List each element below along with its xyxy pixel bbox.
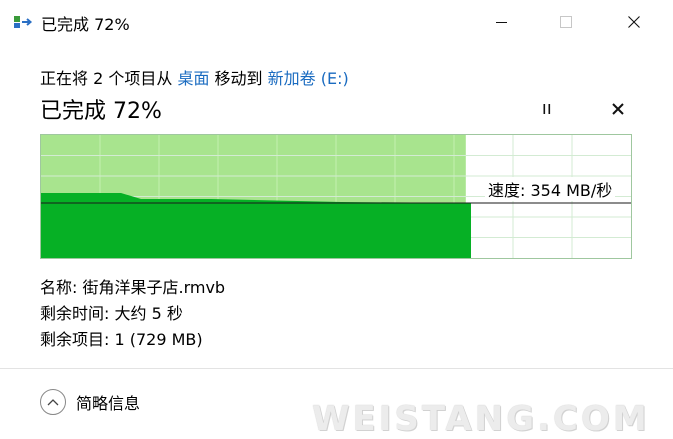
pause-icon xyxy=(543,104,551,114)
operation-middle: 移动到 xyxy=(209,69,268,88)
close-icon xyxy=(628,16,640,28)
speed-label: 速度: 354 MB/秒 xyxy=(485,177,616,201)
copy-move-icon xyxy=(14,16,33,28)
close-button[interactable] xyxy=(611,0,657,44)
file-name: 名称: 街角洋果子店.rmvb xyxy=(40,278,226,297)
operation-prefix: 正在将 2 个项目从 xyxy=(40,69,178,88)
items-remaining: 剩余项目: 1 (729 MB) xyxy=(40,330,203,349)
operation-description: 正在将 2 个项目从 桌面 移动到 新加卷 (E:) xyxy=(40,65,349,89)
maximize-icon xyxy=(560,16,572,28)
footer-divider xyxy=(0,368,673,369)
cancel-button[interactable] xyxy=(604,95,632,123)
time-remaining: 剩余时间: 大约 5 秒 xyxy=(40,304,183,323)
window-title: 已完成 72% xyxy=(41,15,130,34)
maximize-button[interactable] xyxy=(543,0,589,44)
watermark: WEISTANG.COM xyxy=(312,399,650,439)
source-link[interactable]: 桌面 xyxy=(177,69,209,88)
chevron-up-icon xyxy=(40,389,66,415)
less-details-button[interactable]: 简略信息 xyxy=(40,389,140,415)
minimize-icon xyxy=(495,21,507,23)
cancel-icon xyxy=(612,103,624,115)
destination-link[interactable]: 新加卷 (E:) xyxy=(268,69,349,88)
pause-button[interactable] xyxy=(533,95,561,123)
progress-heading: 已完成 72% xyxy=(40,99,162,124)
minimize-button[interactable] xyxy=(478,0,524,44)
title-bar: 已完成 72% xyxy=(0,0,673,44)
less-details-label: 简略信息 xyxy=(76,394,141,413)
